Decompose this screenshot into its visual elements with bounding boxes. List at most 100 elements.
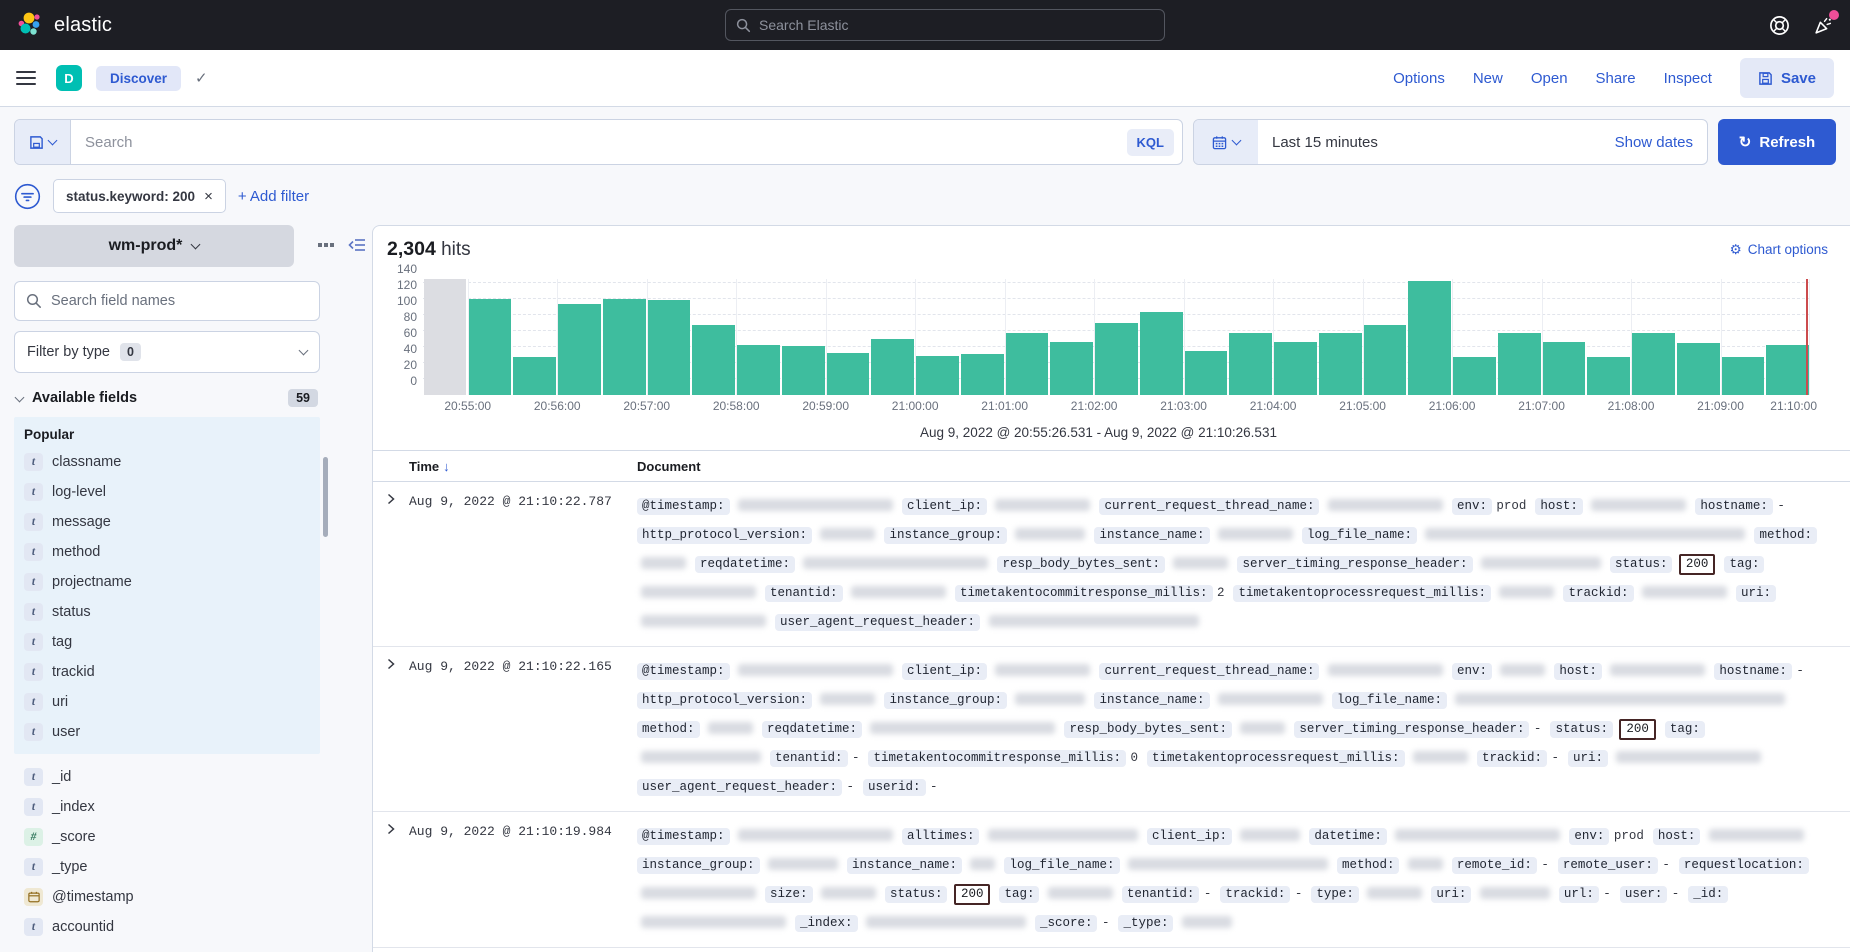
newsfeed-icon[interactable] — [1812, 14, 1834, 36]
expand-row-button[interactable] — [373, 656, 397, 670]
field-list-options-icon[interactable] — [318, 243, 334, 247]
collapse-sidebar-icon[interactable] — [348, 237, 366, 253]
y-axis-tick: 40 — [404, 342, 417, 356]
show-dates-link[interactable]: Show dates — [1615, 134, 1707, 151]
histogram-bar[interactable] — [1453, 357, 1496, 395]
sidebar-field-classname[interactable]: tclassname — [14, 447, 320, 477]
field-name-pill: remote_id: — [1452, 857, 1537, 874]
histogram-bar[interactable] — [1722, 357, 1765, 395]
histogram-bar[interactable] — [737, 345, 780, 395]
kql-badge[interactable]: KQL — [1127, 129, 1174, 156]
histogram-bar[interactable] — [1140, 312, 1183, 395]
datepicker-calendar-button[interactable] — [1194, 120, 1258, 164]
remove-filter-icon[interactable]: × — [204, 188, 213, 205]
menu-new[interactable]: New — [1473, 70, 1503, 87]
sidebar-field-type[interactable]: t_type — [14, 852, 320, 882]
histogram-bar[interactable] — [603, 299, 646, 395]
histogram-bar[interactable] — [1587, 357, 1630, 395]
sidebar-field-accountid[interactable]: taccountid — [14, 912, 320, 942]
histogram-plot-area[interactable]: 140120100806040200 — [423, 279, 1810, 395]
histogram-bar[interactable] — [469, 299, 512, 395]
refresh-button[interactable]: ↻ Refresh — [1718, 119, 1836, 165]
field-name-pill: user_agent_request_header: — [637, 779, 842, 796]
text-field-icon: t — [24, 513, 43, 531]
histogram-bar[interactable] — [1050, 342, 1093, 395]
chart-options-button[interactable]: ⚙ Chart options — [1730, 242, 1828, 258]
chevron-down-icon — [299, 346, 309, 356]
available-fields-toggle[interactable]: Available fields 59 — [14, 389, 320, 407]
menu-hamburger-icon[interactable] — [16, 71, 36, 85]
histogram-bar[interactable] — [1408, 281, 1451, 395]
menu-options[interactable]: Options — [1393, 70, 1445, 87]
histogram-bar[interactable] — [558, 304, 601, 395]
global-search-input[interactable] — [759, 17, 1154, 33]
sidebar-field-status[interactable]: tstatus — [14, 597, 320, 627]
histogram-bar[interactable] — [1498, 333, 1541, 395]
global-search[interactable] — [725, 9, 1165, 41]
sidebar-field-projectname[interactable]: tprojectname — [14, 567, 320, 597]
save-button[interactable]: Save — [1740, 58, 1834, 98]
field-search-box[interactable] — [14, 281, 320, 321]
expand-row-button[interactable] — [373, 491, 397, 505]
sidebar-field-index[interactable]: t_index — [14, 792, 320, 822]
field-search-input[interactable] — [51, 293, 308, 309]
field-name-pill: _id: — [1688, 886, 1728, 903]
histogram-bar[interactable] — [648, 300, 691, 395]
histogram-bar[interactable] — [1185, 351, 1228, 395]
histogram-bar[interactable] — [1364, 325, 1407, 395]
histogram-bar[interactable] — [871, 339, 914, 395]
breadcrumb-discover[interactable]: Discover — [96, 66, 181, 91]
filter-menu-icon[interactable] — [14, 183, 41, 210]
menu-share[interactable]: Share — [1596, 70, 1636, 87]
histogram-bar[interactable] — [1095, 323, 1138, 395]
saved-check-icon[interactable]: ✓ — [195, 69, 208, 87]
sidebar-field-message[interactable]: tmessage — [14, 507, 320, 537]
discover-app-badge[interactable]: D — [56, 65, 82, 91]
histogram-bar[interactable] — [782, 346, 825, 395]
histogram-bar[interactable] — [692, 325, 735, 395]
histogram-bar[interactable] — [1543, 342, 1586, 395]
sidebar-field-timestamp[interactable]: @timestamp — [14, 882, 320, 912]
elastic-brand[interactable]: elastic — [16, 11, 112, 39]
sidebar-field-uri[interactable]: turi — [14, 687, 320, 717]
histogram-partial-bucket[interactable] — [424, 279, 467, 395]
filter-pill-status-200[interactable]: status.keyword: 200 × — [53, 179, 226, 213]
filter-by-type-dropdown[interactable]: Filter by type 0 — [14, 331, 320, 373]
time-column-header[interactable]: Time ↓ — [409, 459, 637, 474]
sidebar-scrollbar[interactable] — [323, 457, 328, 537]
field-name-pill: log_file_name: — [1004, 857, 1119, 874]
expand-row-button[interactable] — [373, 821, 397, 835]
menu-open[interactable]: Open — [1531, 70, 1568, 87]
field-name-pill: tenantid: — [770, 750, 848, 767]
histogram-bar[interactable] — [1229, 333, 1272, 395]
sidebar-field-user[interactable]: tuser — [14, 717, 320, 747]
histogram-bar[interactable] — [513, 357, 556, 395]
histogram-bar[interactable] — [1766, 345, 1809, 395]
redacted-value — [870, 722, 1055, 734]
field-name-pill: hostname: — [1714, 663, 1792, 680]
field-name-pill: reqdatetime: — [695, 556, 795, 573]
menu-inspect[interactable]: Inspect — [1664, 70, 1712, 87]
sidebar-field-method[interactable]: tmethod — [14, 537, 320, 567]
histogram-bar[interactable] — [1319, 333, 1362, 395]
histogram-bar[interactable] — [916, 356, 959, 395]
histogram-bar[interactable] — [1006, 333, 1049, 395]
index-pattern-selector[interactable]: wm-prod* — [14, 225, 294, 267]
histogram-bar[interactable] — [961, 354, 1004, 395]
row-document: @timestamp: client_ip: current_request_t… — [637, 491, 1850, 636]
x-axis-tick: 21:10:00 — [1770, 399, 1817, 413]
sidebar-field-tag[interactable]: ttag — [14, 627, 320, 657]
histogram-bar[interactable] — [827, 353, 870, 395]
kql-search-input[interactable] — [71, 134, 1127, 151]
time-range-value[interactable]: Last 15 minutes — [1258, 134, 1615, 151]
saved-query-menu-button[interactable] — [15, 120, 71, 164]
help-icon[interactable] — [1768, 14, 1790, 36]
sidebar-field-id[interactable]: t_id — [14, 762, 320, 792]
sidebar-field-score[interactable]: #_score — [14, 822, 320, 852]
sidebar-field-log-level[interactable]: tlog-level — [14, 477, 320, 507]
histogram-bar[interactable] — [1632, 333, 1675, 395]
add-filter-link[interactable]: + Add filter — [238, 188, 309, 205]
sidebar-field-trackid[interactable]: ttrackid — [14, 657, 320, 687]
histogram-bar[interactable] — [1677, 343, 1720, 395]
histogram-bar[interactable] — [1274, 342, 1317, 395]
